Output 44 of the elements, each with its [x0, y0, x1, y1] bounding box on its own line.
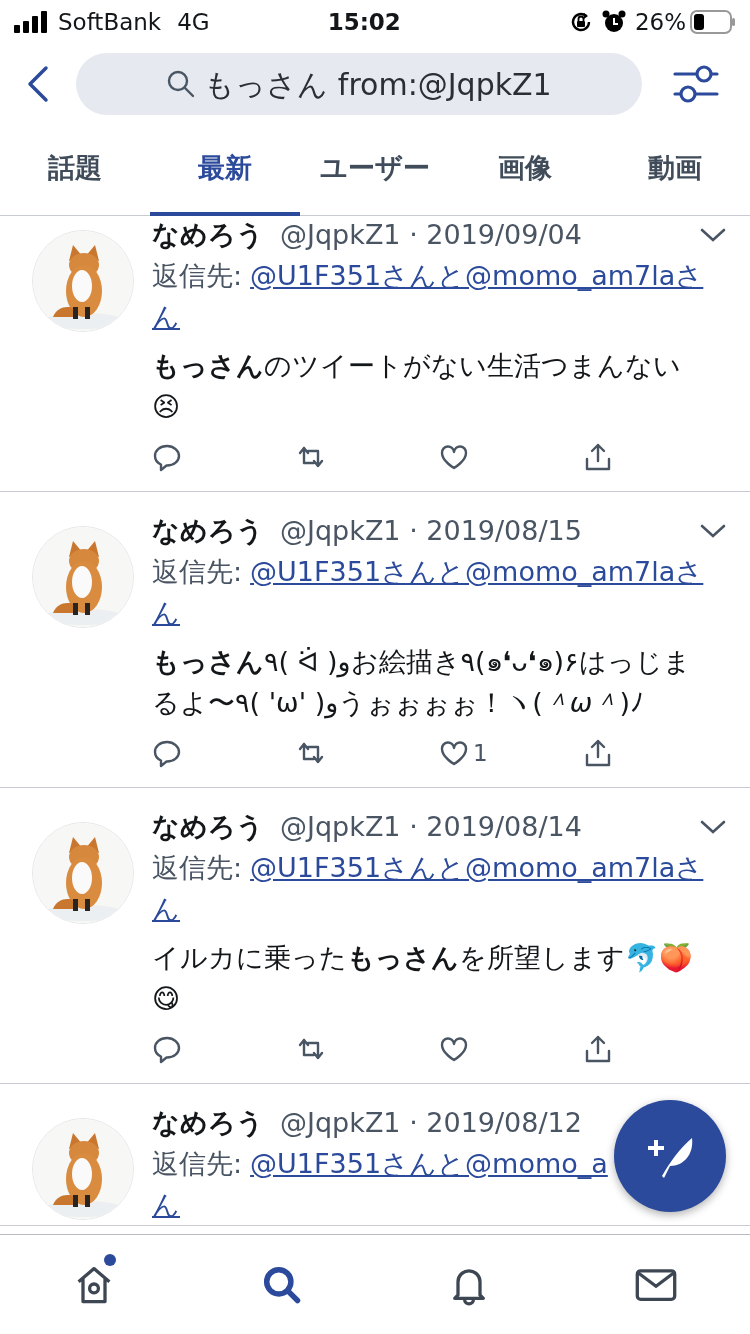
reply-link[interactable]: @U1F351さんと@momo_a [250, 1143, 608, 1184]
reply-label: 返信先: [152, 851, 243, 885]
handle-date: @JqpkZ1 · 2019/08/12 [280, 1106, 582, 1140]
search-icon [166, 69, 197, 99]
reply-label: 返信先: [152, 259, 243, 293]
search-tab[interactable]: 話題 [0, 124, 150, 216]
reply-link[interactable]: @U1F351さんと@momo_am7laさ [250, 847, 704, 888]
like-button[interactable] [439, 1034, 469, 1064]
search-tab[interactable]: 画像 [450, 124, 600, 216]
clock-time: 15:02 [327, 7, 401, 37]
network-type: 4G [177, 7, 210, 37]
user-name: なめろう [152, 218, 264, 252]
reply-link[interactable]: @U1F351さんと@momo_am7laさ [250, 255, 704, 296]
reply-button[interactable] [152, 738, 182, 768]
reply-label: 返信先: [152, 1147, 243, 1181]
handle-date: @JqpkZ1 · 2019/08/14 [280, 810, 582, 844]
reply-link[interactable]: @U1F351さんと@momo_am7laさ [250, 551, 704, 592]
alarm-icon [600, 9, 627, 35]
search-tab[interactable]: 動画 [600, 124, 750, 216]
battery-icon [690, 10, 736, 34]
tweet-text: イルカに乗ったもっさんを所望します🐬🍑😋 [152, 941, 694, 1016]
compose-button[interactable] [614, 1100, 726, 1212]
handle-date: @JqpkZ1 · 2019/09/04 [280, 218, 582, 252]
search-tab[interactable]: 最新 [150, 124, 300, 216]
battery-percent: 26% [634, 7, 686, 37]
user-name: なめろう [152, 514, 264, 548]
search-field[interactable]: もっさん from:@JqpkZ1 [76, 53, 642, 115]
search-tab[interactable]: ユーザー [300, 124, 450, 216]
handle-date: @JqpkZ1 · 2019/08/15 [280, 514, 582, 548]
reply-label: 返信先: [152, 555, 243, 589]
reply-link[interactable]: ん [152, 296, 180, 337]
reply-link[interactable]: ん [152, 1184, 180, 1225]
carrier-name: SoftBank [58, 7, 162, 37]
reply-link[interactable]: ん [152, 592, 180, 633]
reply-link[interactable]: ん [152, 888, 180, 929]
reply-button[interactable] [152, 1034, 182, 1064]
user-name: なめろう [152, 810, 264, 844]
reply-button[interactable] [152, 442, 182, 472]
like-button[interactable] [439, 738, 469, 768]
user-name: なめろう [152, 1106, 264, 1140]
like-button[interactable] [439, 442, 469, 472]
signal-icon [14, 11, 50, 33]
tweet-text: もっさんのツイートがない生活つまんない😣 [152, 349, 682, 424]
like-count: 1 [473, 738, 488, 768]
